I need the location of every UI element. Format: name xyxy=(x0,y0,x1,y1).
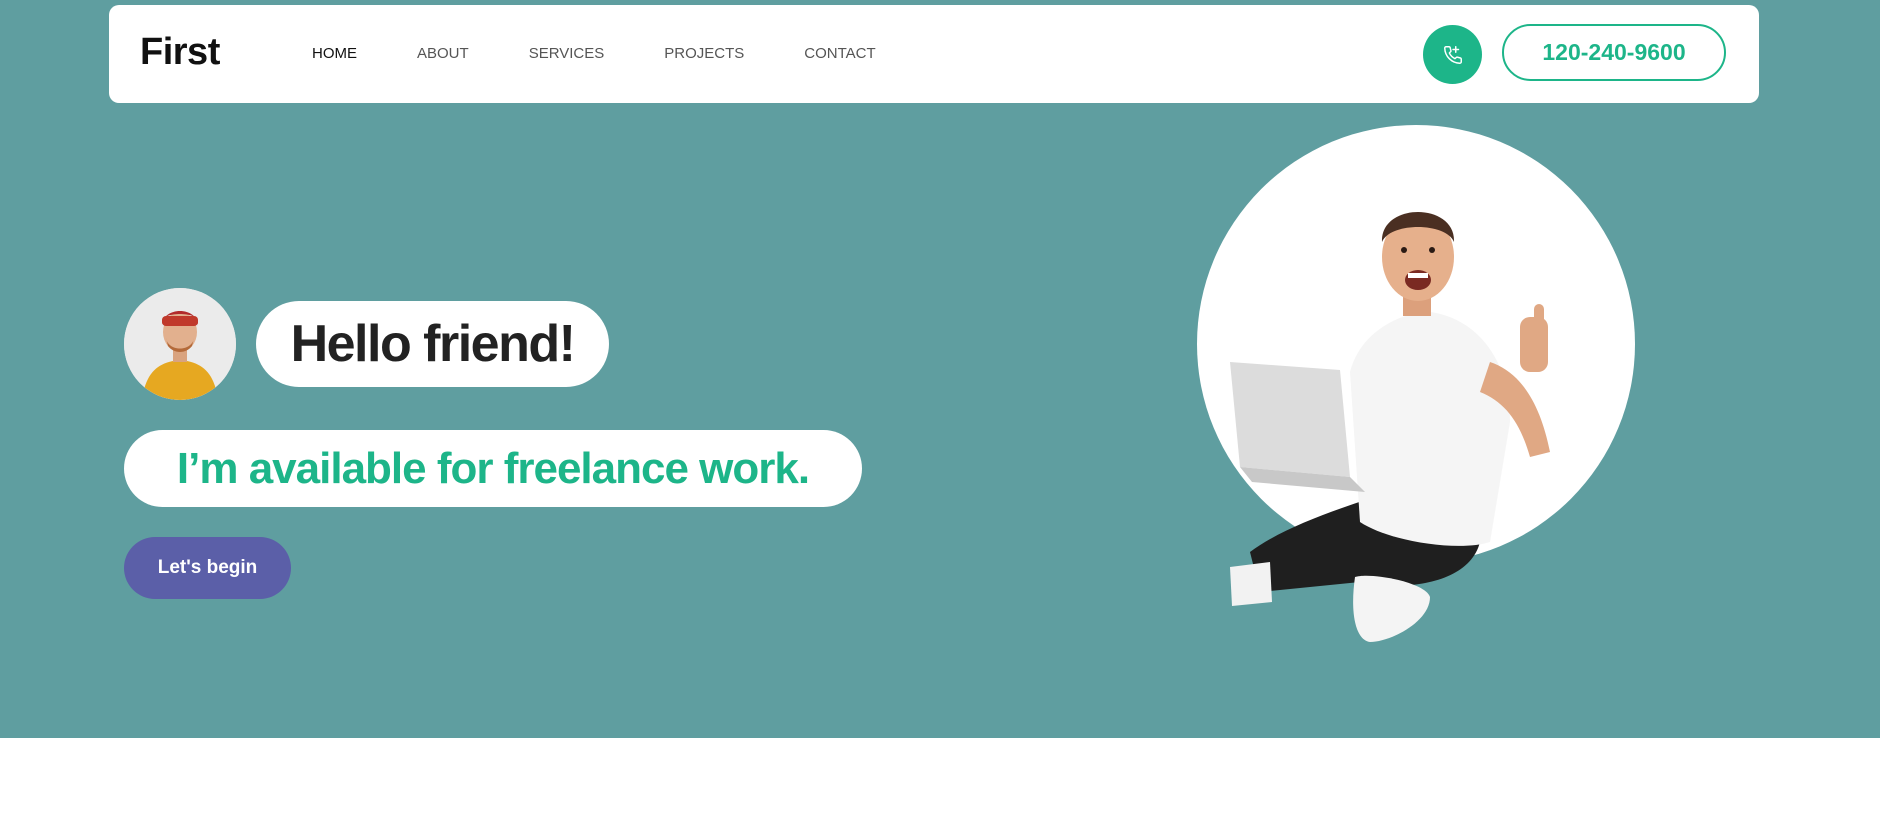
lets-begin-button[interactable]: Let's begin xyxy=(124,537,291,599)
nav-contact[interactable]: CONTACT xyxy=(804,45,875,63)
nav-projects[interactable]: PROJECTS xyxy=(664,45,744,63)
hero-illustration xyxy=(1190,122,1650,652)
phone-call-icon xyxy=(1443,45,1462,64)
greeting-heading: Hello friend! xyxy=(256,301,609,387)
avatar-photo xyxy=(124,288,236,400)
phone-number-button[interactable]: 120-240-9600 xyxy=(1502,24,1726,81)
man-with-laptop-illustration xyxy=(1197,125,1635,642)
site-logo[interactable]: First xyxy=(140,33,220,71)
nav-services[interactable]: SERVICES xyxy=(529,45,605,63)
availability-tagline: I’m available for freelance work. xyxy=(124,430,862,507)
avatar xyxy=(124,288,236,400)
navbar: First HOME ABOUT SERVICES PROJECTS CONTA… xyxy=(109,5,1759,103)
nav-about[interactable]: ABOUT xyxy=(417,45,469,63)
call-button[interactable] xyxy=(1423,25,1482,84)
nav-home[interactable]: HOME xyxy=(312,45,357,63)
main-nav: HOME ABOUT SERVICES PROJECTS CONTACT xyxy=(312,45,936,63)
